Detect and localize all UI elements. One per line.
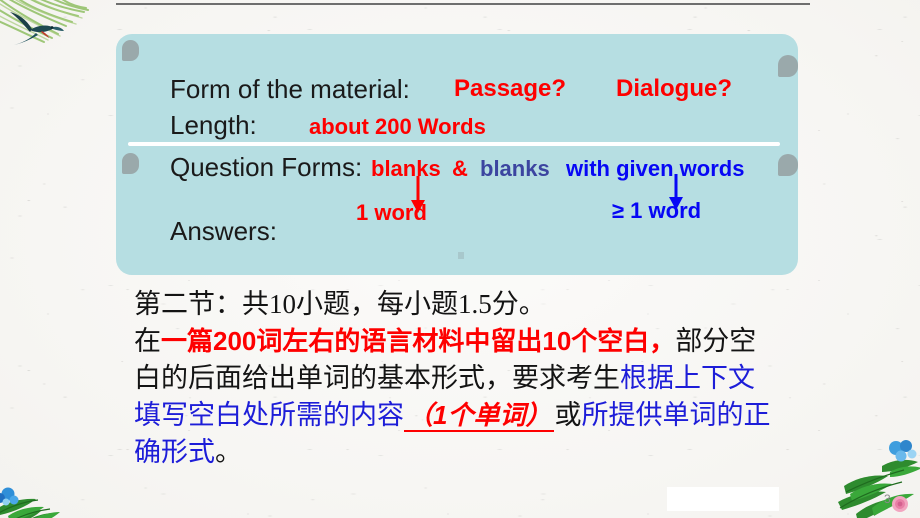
line3-black: 白的后面给出单词的基本形式，要求考生	[134, 363, 620, 393]
line2-red-emphasis: 一篇200词左右的语言材料中留出10个空白，	[161, 326, 676, 356]
paragraph-line-5: 确形式。	[134, 434, 834, 471]
line4-red-italic: （1个单词）	[404, 400, 555, 432]
panel-knob-top-right	[778, 55, 798, 77]
line4-blue-a: 填写空白处所需的内容	[134, 400, 404, 430]
length-label: Length:	[170, 110, 257, 140]
question-form-ampersand: &	[452, 156, 468, 181]
question-form-blanks-given: blanks	[480, 156, 550, 181]
page-number: 3	[884, 492, 891, 506]
white-placeholder-box	[667, 487, 779, 511]
paragraph-line-4: 填写空白处所需的内容 （1个单词） 或所提供单词的正	[134, 397, 834, 434]
paragraph-line-3: 白的后面给出单词的基本形式，要求考生根据上下文	[134, 360, 834, 397]
line2-prefix: 在	[134, 326, 161, 356]
line5-period: 。	[215, 437, 242, 467]
small-marker	[458, 252, 464, 259]
panel-divider	[128, 142, 780, 146]
paragraph-line-2: 在一篇200词左右的语言材料中留出10个空白，部分空	[134, 323, 834, 360]
panel-knob-middle-right	[778, 154, 798, 176]
question-forms-label: Question Forms:	[170, 152, 363, 182]
line4-blue-b: 所提供单词的正	[581, 400, 771, 430]
form-option-passage: Passage?	[454, 75, 567, 102]
red-down-arrow-icon	[411, 176, 425, 213]
panel-knob-top-left	[122, 40, 139, 61]
form-of-material-label: Form of the material:	[170, 74, 410, 104]
line3-blue: 根据上下文	[620, 363, 755, 393]
length-value: about 200 Words	[309, 114, 486, 139]
panel-knob-bottom-left	[122, 153, 139, 174]
question-form-given-words-tail: with given words	[566, 156, 745, 181]
flower-leaves-icon	[838, 440, 920, 518]
chinese-paragraph: 第二节：共10小题，每小题1.5分。 在一篇200词左右的语言材料中留出10个空…	[134, 286, 834, 471]
form-option-dialogue: Dialogue?	[616, 75, 733, 102]
answers-label: Answers:	[170, 216, 277, 246]
line1-text: 第二节：共10小题，每小题1.5分。	[134, 289, 546, 319]
line2-suffix: 部分空	[675, 326, 757, 356]
slide-canvas: Form of the material: Passage? Dialogue?…	[0, 0, 920, 518]
paragraph-line-1: 第二节：共10小题，每小题1.5分。	[134, 286, 834, 323]
fern-leaves-icon	[0, 487, 60, 518]
blue-down-arrow-icon	[669, 174, 683, 210]
top-horizontal-rule	[116, 3, 810, 5]
line4-black: 或	[554, 400, 582, 430]
line5-blue: 确形式	[134, 437, 215, 467]
info-panel: Form of the material: Passage? Dialogue?…	[116, 34, 798, 275]
